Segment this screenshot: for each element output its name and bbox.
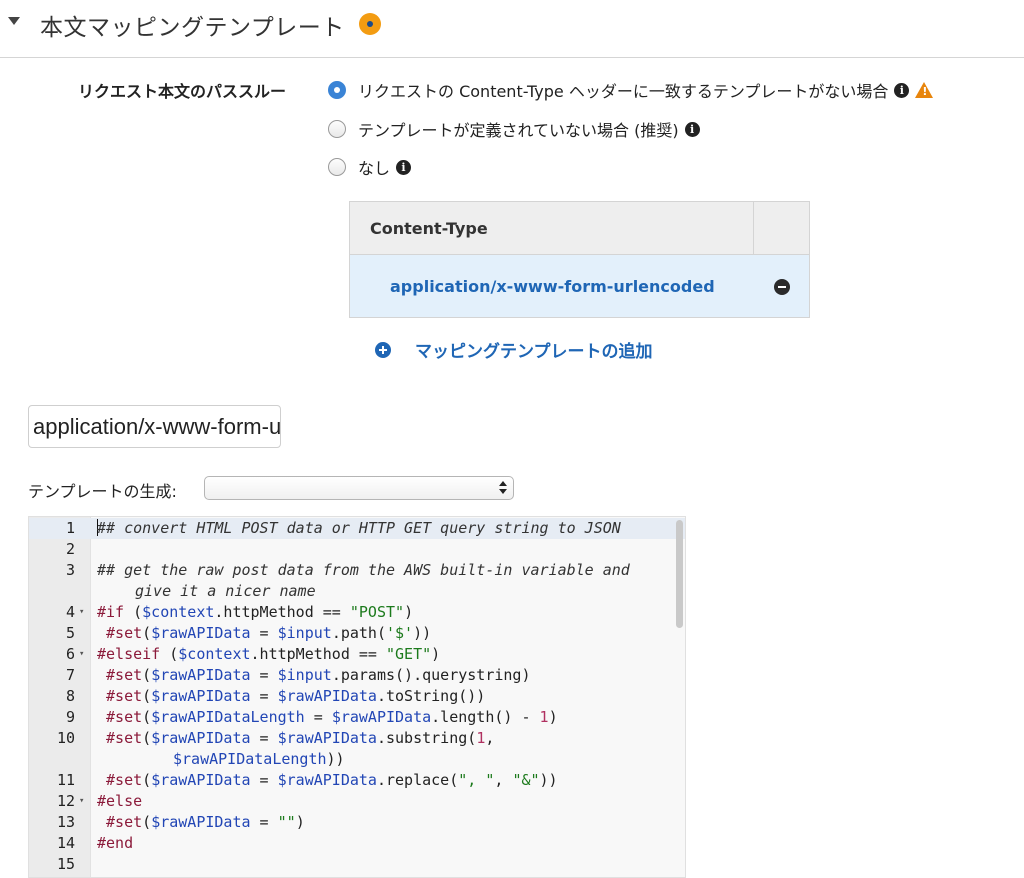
editor-lines[interactable]: 1 ## convert HTML POST data or HTTP GET q… — [29, 518, 669, 875]
code-line[interactable]: 13 #set($rawAPIData = "") — [29, 812, 669, 833]
line-number: 7 — [65, 666, 75, 684]
line-number: 6 — [65, 645, 75, 663]
column-divider — [753, 202, 754, 255]
plus-icon — [375, 341, 391, 358]
code-line[interactable]: 12 ▾ #else — [29, 791, 669, 812]
code-line[interactable]: 14 #end — [29, 833, 669, 854]
code-wrapped-text: $rawAPIDataLength)) — [173, 750, 345, 768]
line-number: 9 — [65, 708, 75, 726]
code-line[interactable]: 2 — [29, 539, 669, 560]
line-number: 13 — [56, 813, 75, 831]
line-number: 15 — [56, 855, 75, 873]
code-line[interactable]: 1 ## convert HTML POST data or HTTP GET q… — [29, 518, 669, 539]
code-text: #set($rawAPIData = $input.path('$')) — [106, 624, 432, 642]
passthrough-option-when-no-templates[interactable]: テンプレートが定義されていない場合 (推奨) i — [328, 117, 700, 141]
code-line[interactable]: 7 #set($rawAPIData = $input.params().que… — [29, 665, 669, 686]
radio-button[interactable] — [328, 158, 346, 176]
line-number: 2 — [65, 540, 75, 558]
code-text: #set($rawAPIData = "") — [106, 813, 305, 831]
collapse-caret-icon[interactable] — [8, 17, 20, 25]
line-number: 14 — [56, 834, 75, 852]
select-arrows-icon — [499, 481, 507, 495]
line-number: 1 — [65, 519, 75, 537]
code-text: #end — [97, 834, 134, 852]
radio-label: なし — [358, 159, 391, 178]
fold-arrow-icon[interactable]: ▾ — [79, 602, 84, 623]
remove-icon[interactable] — [774, 279, 790, 295]
info-icon[interactable]: i — [684, 121, 700, 137]
table-row[interactable]: application/x-www-form-urlencoded — [350, 255, 809, 317]
template-code-editor[interactable]: 1 ## convert HTML POST data or HTTP GET q… — [28, 516, 686, 878]
passthrough-option-when-no-match[interactable]: リクエストの Content-Type ヘッダーに一致するテンプレートがない場合… — [328, 78, 934, 102]
line-number: 3 — [65, 561, 75, 579]
passthrough-label: リクエスト本文のパススルー — [78, 82, 287, 101]
code-line[interactable]: 6 ▾ #elseif ($context.httpMethod == "GET") — [29, 644, 669, 665]
info-icon[interactable]: i — [894, 82, 910, 98]
line-number: 4 — [65, 603, 75, 621]
section-title: 本文マッピングテンプレート — [40, 15, 345, 41]
column-header-content-type: Content-Type — [370, 219, 488, 238]
code-wrapped-text: give it a nicer name — [135, 582, 316, 600]
radio-button[interactable] — [328, 81, 346, 99]
passthrough-option-never[interactable]: なし i — [328, 155, 412, 179]
fold-arrow-icon[interactable]: ▾ — [79, 644, 84, 665]
section-header: 本文マッピングテンプレート — [0, 0, 1024, 58]
table-header: Content-Type — [350, 202, 809, 255]
fold-arrow-icon[interactable]: ▾ — [79, 791, 84, 812]
code-text: #set($rawAPIData = $rawAPIData.replace("… — [106, 771, 558, 789]
add-mapping-template-button[interactable]: マッピングテンプレートの追加 — [375, 337, 653, 362]
code-text: #set($rawAPIData = $rawAPIData.substring… — [106, 729, 495, 747]
code-text: ## get the raw post data from the AWS bu… — [97, 561, 630, 579]
editor-scrollbar[interactable] — [676, 520, 683, 628]
info-icon[interactable]: i — [396, 159, 412, 175]
line-number: 5 — [65, 624, 75, 642]
status-indicator-icon — [359, 13, 381, 35]
code-text: #set($rawAPIData = $rawAPIData.toString(… — [106, 687, 486, 705]
content-type-table: Content-Type application/x-www-form-urle… — [349, 201, 810, 318]
code-line[interactable]: 8 #set($rawAPIData = $rawAPIData.toStrin… — [29, 686, 669, 707]
code-line[interactable]: 4 ▾ #if ($context.httpMethod == "POST") — [29, 602, 669, 623]
generate-template-select[interactable] — [204, 476, 514, 500]
code-line[interactable]: 15 — [29, 854, 669, 875]
radio-label: リクエストの Content-Type ヘッダーに一致するテンプレートがない場合 — [358, 82, 889, 101]
line-number: 11 — [56, 771, 75, 789]
generate-template-label: テンプレートの生成: — [28, 482, 177, 501]
code-line[interactable]: 10 #set($rawAPIData = $rawAPIData.substr… — [29, 728, 669, 770]
code-line[interactable]: 9 #set($rawAPIDataLength = $rawAPIData.l… — [29, 707, 669, 728]
content-type-value[interactable]: application/x-www-form-urlencoded — [390, 277, 715, 296]
line-number: 12 — [56, 792, 75, 810]
code-line[interactable]: 11 #set($rawAPIData = $rawAPIData.replac… — [29, 770, 669, 791]
code-text: #if ($context.httpMethod == "POST") — [97, 603, 414, 621]
content-type-input[interactable] — [28, 405, 281, 448]
code-text: #set($rawAPIData = $input.params().query… — [106, 666, 531, 684]
add-mapping-template-label: マッピングテンプレートの追加 — [415, 342, 653, 362]
radio-button[interactable] — [328, 120, 346, 138]
line-number: 10 — [56, 729, 75, 747]
code-line[interactable]: 5 #set($rawAPIData = $input.path('$')) — [29, 623, 669, 644]
radio-label: テンプレートが定義されていない場合 (推奨) — [358, 121, 679, 140]
code-text: #else — [97, 792, 143, 810]
code-text: ## convert HTML POST data or HTTP GET qu… — [97, 519, 621, 537]
warning-icon — [915, 82, 934, 98]
code-text: #elseif ($context.httpMethod == "GET") — [97, 645, 441, 663]
code-line[interactable]: 3 ## get the raw post data from the AWS b… — [29, 560, 669, 602]
line-number: 8 — [65, 687, 75, 705]
code-text: #set($rawAPIDataLength = $rawAPIData.len… — [106, 708, 558, 726]
